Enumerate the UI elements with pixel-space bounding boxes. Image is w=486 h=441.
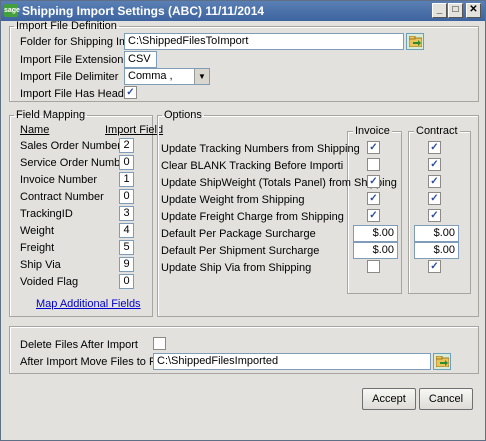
mapping-name-freight: Freight [20, 242, 55, 254]
per-shipment-contract-input[interactable]: $.00 [414, 242, 459, 259]
mapping-field-invoice[interactable]: 1 [119, 172, 134, 187]
option-update-freight-contract-checkbox[interactable]: ✓ [428, 209, 441, 222]
option-update-tracking-invoice-checkbox[interactable]: ✓ [367, 141, 380, 154]
header-label: Import File Has Header [20, 88, 134, 100]
mapping-field-service-order[interactable]: 0 [119, 155, 134, 170]
chevron-down-icon[interactable]: ▼ [194, 69, 209, 84]
mapping-name-ship-via: Ship Via [20, 259, 61, 271]
option-update-freight-invoice-checkbox[interactable]: ✓ [367, 209, 380, 222]
delete-files-label: Delete Files After Import [20, 339, 138, 351]
mapping-field-ship-via[interactable]: 9 [119, 257, 134, 272]
option-update-weight-label: Update Weight from Shipping [161, 194, 305, 206]
option-update-freight-label: Update Freight Charge from Shipping [161, 211, 344, 223]
per-package-contract-input[interactable]: $.00 [414, 225, 459, 242]
import-field-header: Import Field [105, 124, 164, 136]
move-folder-input[interactable]: C:\ShippedFilesImported [153, 353, 431, 370]
option-clear-blank-invoice-checkbox[interactable] [367, 158, 380, 171]
per-shipment-invoice-input[interactable]: $.00 [353, 242, 398, 259]
mapping-name-sales-order: Sales Order Number [20, 140, 121, 152]
option-update-weight-invoice-checkbox[interactable]: ✓ [367, 192, 380, 205]
per-package-invoice-input[interactable]: $.00 [353, 225, 398, 242]
option-update-shipvia-invoice-checkbox[interactable] [367, 260, 380, 273]
close-icon[interactable]: ✕ [466, 3, 481, 18]
extension-input[interactable]: CSV [124, 51, 157, 68]
option-update-shipweight-invoice-checkbox[interactable]: ✓ [367, 175, 380, 188]
accept-button[interactable]: Accept [362, 388, 416, 410]
folder-icon [436, 356, 449, 367]
shipping-import-settings-window: sage Shipping Import Settings (ABC) 11/1… [0, 0, 486, 441]
mapping-field-freight[interactable]: 5 [119, 240, 134, 255]
mapping-name-tracking: TrackingID [20, 208, 73, 220]
mapping-field-voided[interactable]: 0 [119, 274, 134, 289]
delimiter-label: Import File Delimiter [20, 71, 119, 83]
delimiter-select[interactable]: Comma , ▼ [124, 68, 210, 85]
sage-logo-icon: sage [4, 4, 20, 17]
field-mapping-legend: Field Mapping [16, 109, 86, 121]
option-clear-blank-label: Clear BLANK Tracking Before Importi [161, 160, 344, 172]
minimize-icon[interactable]: _ [432, 3, 447, 18]
folder-input[interactable]: C:\ShippedFilesToImport [124, 33, 404, 50]
map-additional-fields-link[interactable]: Map Additional Fields [36, 298, 141, 310]
option-update-shipvia-label: Update Ship Via from Shipping [161, 262, 312, 274]
window-title: Shipping Import Settings (ABC) 11/11/201… [22, 4, 265, 18]
mapping-field-weight[interactable]: 4 [119, 223, 134, 238]
mapping-name-voided: Voided Flag [20, 276, 79, 288]
option-update-shipvia-contract-checkbox[interactable]: ✓ [428, 260, 441, 273]
import-file-definition-legend: Import File Definition [16, 20, 117, 32]
extension-label: Import File Extension [20, 54, 124, 66]
mapping-name-weight: Weight [20, 225, 55, 237]
option-update-weight-contract-checkbox[interactable]: ✓ [428, 192, 441, 205]
option-per-package-label: Default Per Package Surcharge [161, 228, 316, 240]
cancel-button[interactable]: Cancel [419, 388, 473, 410]
invoice-header: Invoice [353, 125, 392, 137]
move-folder-browse-button[interactable] [433, 353, 451, 370]
mapping-name-service-order: Service Order Number [20, 157, 131, 169]
folder-icon [409, 36, 422, 47]
option-per-shipment-label: Default Per Shipment Surcharge [161, 245, 320, 257]
options-legend: Options [164, 109, 202, 121]
maximize-icon[interactable]: □ [448, 3, 463, 18]
option-clear-blank-contract-checkbox[interactable]: ✓ [428, 158, 441, 171]
option-update-tracking-label: Update Tracking Numbers from Shipping [161, 143, 360, 155]
title-bar[interactable]: sage Shipping Import Settings (ABC) 11/1… [1, 1, 485, 21]
mapping-name-invoice: Invoice Number [20, 174, 98, 186]
delete-files-checkbox[interactable] [153, 337, 166, 350]
contract-header: Contract [414, 125, 460, 137]
mapping-name-contract: Contract Number [20, 191, 104, 203]
option-update-tracking-contract-checkbox[interactable]: ✓ [428, 141, 441, 154]
option-update-shipweight-label: Update ShipWeight (Totals Panel) from Sh… [161, 177, 397, 189]
mapping-field-tracking[interactable]: 3 [119, 206, 134, 221]
mapping-field-contract[interactable]: 0 [119, 189, 134, 204]
option-update-shipweight-contract-checkbox[interactable]: ✓ [428, 175, 441, 188]
header-checkbox[interactable]: ✓ [124, 86, 137, 99]
mapping-field-sales-order[interactable]: 2 [119, 138, 134, 153]
folder-browse-button[interactable] [406, 33, 424, 50]
delimiter-value: Comma , [128, 70, 173, 82]
field-name-header: Name [20, 124, 50, 136]
